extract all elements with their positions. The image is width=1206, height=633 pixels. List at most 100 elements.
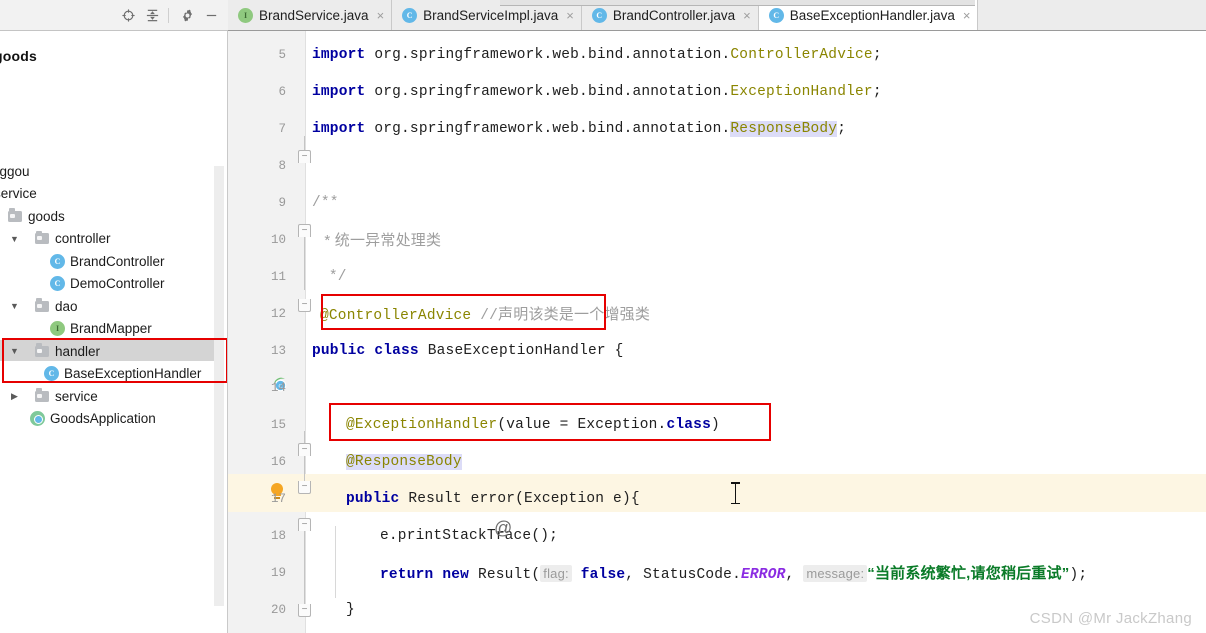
collapse-all-icon[interactable] (141, 4, 163, 26)
tree-item-label: goods (28, 208, 65, 224)
code-text: import org.springframework.web.bind.anno… (312, 120, 846, 137)
window-top-strip-line (500, 5, 975, 6)
comment-slashes: // (471, 308, 499, 325)
semicolon: ; (872, 83, 882, 100)
tree-item-label: service (0, 186, 37, 201)
folder-icon (35, 230, 50, 245)
chevron-right-icon[interactable]: ▶ (8, 390, 21, 403)
statement-end: ); (1069, 567, 1088, 584)
tab-brandservice[interactable]: I BrandService.java × (228, 0, 393, 30)
keyword-import: import (312, 46, 366, 63)
arg-separator: , StatusCode. (625, 567, 741, 584)
line-number: 5 (278, 47, 286, 62)
code-line-8[interactable]: 8 (228, 147, 1206, 185)
annotation-controller-advice: @ControllerAdvice (320, 308, 472, 325)
close-icon[interactable]: × (566, 9, 574, 22)
locate-icon[interactable] (117, 4, 139, 26)
line-number: 20 (270, 602, 286, 617)
annotation-args: (value = Exception. (497, 416, 667, 433)
toolbar-separator (168, 7, 169, 23)
tree-item-service[interactable]: ▶ service (0, 385, 214, 408)
code-line-16[interactable]: 16 @ResponseBody (228, 443, 1206, 481)
package-path: org.springframework.web.bind.annotation. (365, 120, 731, 137)
tree-item-brandmapper[interactable]: I BrandMapper (0, 318, 214, 341)
minimize-icon[interactable] (200, 4, 222, 26)
folder-icon (8, 208, 23, 223)
class-name: ControllerAdvice (730, 46, 873, 63)
code-text: } (346, 601, 355, 618)
annotation-response-body: @ResponseBody (346, 453, 462, 470)
code-line-19[interactable]: 19 return new Result(flag: false, Status… (228, 554, 1206, 592)
tab-label: BaseExceptionHandler.java (789, 7, 955, 23)
code-line-6[interactable]: 6 import org.springframework.web.bind.an… (228, 73, 1206, 111)
class-icon: C (50, 253, 65, 269)
keyword-return: return (380, 567, 434, 584)
tree-item-goods[interactable]: goods (0, 205, 214, 228)
settings-gear-icon[interactable] (176, 4, 198, 26)
code-text: @ExceptionHandler(value = Exception.clas… (346, 417, 720, 433)
tree-item-handler[interactable]: ▼ handler (0, 340, 214, 363)
code-text: @ResponseBody (346, 453, 462, 470)
tree-item-dao[interactable]: ▼ dao (0, 295, 214, 318)
code-line-14[interactable]: 14 (228, 369, 1206, 407)
code-text: import org.springframework.web.bind.anno… (312, 84, 882, 100)
close-icon[interactable]: × (377, 9, 385, 22)
class-declaration: BaseExceptionHandler { (418, 342, 624, 359)
code-line-10[interactable]: 10 * 统一异常处理类 (228, 221, 1206, 259)
code-line-7[interactable]: 7 import org.springframework.web.bind.an… (228, 110, 1206, 148)
tree-item-service-root[interactable]: service (0, 183, 214, 206)
tree-item-label: GoodsApplication (50, 411, 156, 426)
code-line-13[interactable]: 13 public class BaseExceptionHandler { (228, 332, 1206, 370)
tab-label: BrandService.java (259, 7, 369, 23)
line-number: 18 (270, 528, 286, 543)
tree-item-nggou[interactable]: nggou (0, 160, 214, 183)
tree-item-controller[interactable]: ▼ controller (0, 228, 214, 251)
code-line-12[interactable]: 12 @ControllerAdvice //声明该类是一个增强类 (228, 295, 1206, 333)
close-icon[interactable]: × (963, 9, 971, 22)
chevron-down-icon[interactable]: ▼ (8, 345, 21, 358)
tree-item-baseexceptionhandler[interactable]: C BaseExceptionHandler (0, 363, 214, 386)
line-number: 7 (278, 121, 286, 136)
override-annotation-gutter-icon[interactable]: @ (494, 518, 512, 539)
line-number: 6 (278, 84, 286, 99)
tree-item-democontroller[interactable]: C DemoController (0, 273, 214, 296)
watermark: CSDN @Mr JackZhang (1029, 610, 1192, 627)
interface-icon: I (50, 321, 65, 337)
line-number: 14 (270, 380, 286, 395)
project-tree-scrollbar[interactable] (214, 166, 224, 606)
code-line-11[interactable]: 11 */ (228, 258, 1206, 296)
folder-icon (35, 343, 50, 358)
interface-icon: I (238, 7, 253, 23)
code-line-17[interactable]: 17 public Result error(Exception e){ (228, 480, 1206, 518)
code-line-18[interactable]: 18 e.printStackTrace(); (228, 517, 1206, 555)
chevron-down-icon[interactable]: ▼ (8, 300, 21, 313)
keyword-import: import (312, 83, 366, 100)
method-signature: Result error(Exception e){ (399, 490, 640, 507)
class-name: ResponseBody (730, 120, 838, 137)
folder-icon (35, 298, 50, 313)
folder-icon (35, 388, 50, 403)
tree-item-label: dao (55, 298, 78, 314)
javadoc-open: /** (312, 194, 339, 211)
tab-bar-filler (978, 0, 1206, 30)
code-editor[interactable]: − − − − − − − C 5 import org.springframe… (228, 31, 1206, 633)
project-toolbar (0, 0, 228, 31)
tree-item-brandcontroller[interactable]: C BrandController (0, 250, 214, 273)
chevron-down-icon[interactable]: ▼ (8, 232, 21, 245)
code-line-9[interactable]: 9 /** (228, 184, 1206, 222)
tree-item-label: nggou (0, 163, 30, 179)
line-number: 10 (270, 232, 286, 247)
tree-item-label: DemoController (70, 276, 165, 291)
tree-item-goodsapplication[interactable]: S GoodsApplication (0, 408, 214, 431)
code-line-15[interactable]: 15 @ExceptionHandler(value = Exception.c… (228, 406, 1206, 444)
code-line-5[interactable]: 5 import org.springframework.web.bind.an… (228, 36, 1206, 74)
project-panel-title: goods (0, 48, 37, 64)
line-number: 19 (270, 565, 286, 580)
tree-item-label: handler (55, 343, 101, 359)
close-icon[interactable]: × (743, 9, 751, 22)
project-tree[interactable]: nggou service goods ▼ controller C Brand… (0, 160, 214, 430)
code-text: return new Result(flag: false, StatusCod… (380, 562, 1087, 583)
class-icon: C (591, 7, 607, 23)
tree-item-label: controller (55, 231, 111, 246)
line-number: 15 (270, 417, 286, 432)
